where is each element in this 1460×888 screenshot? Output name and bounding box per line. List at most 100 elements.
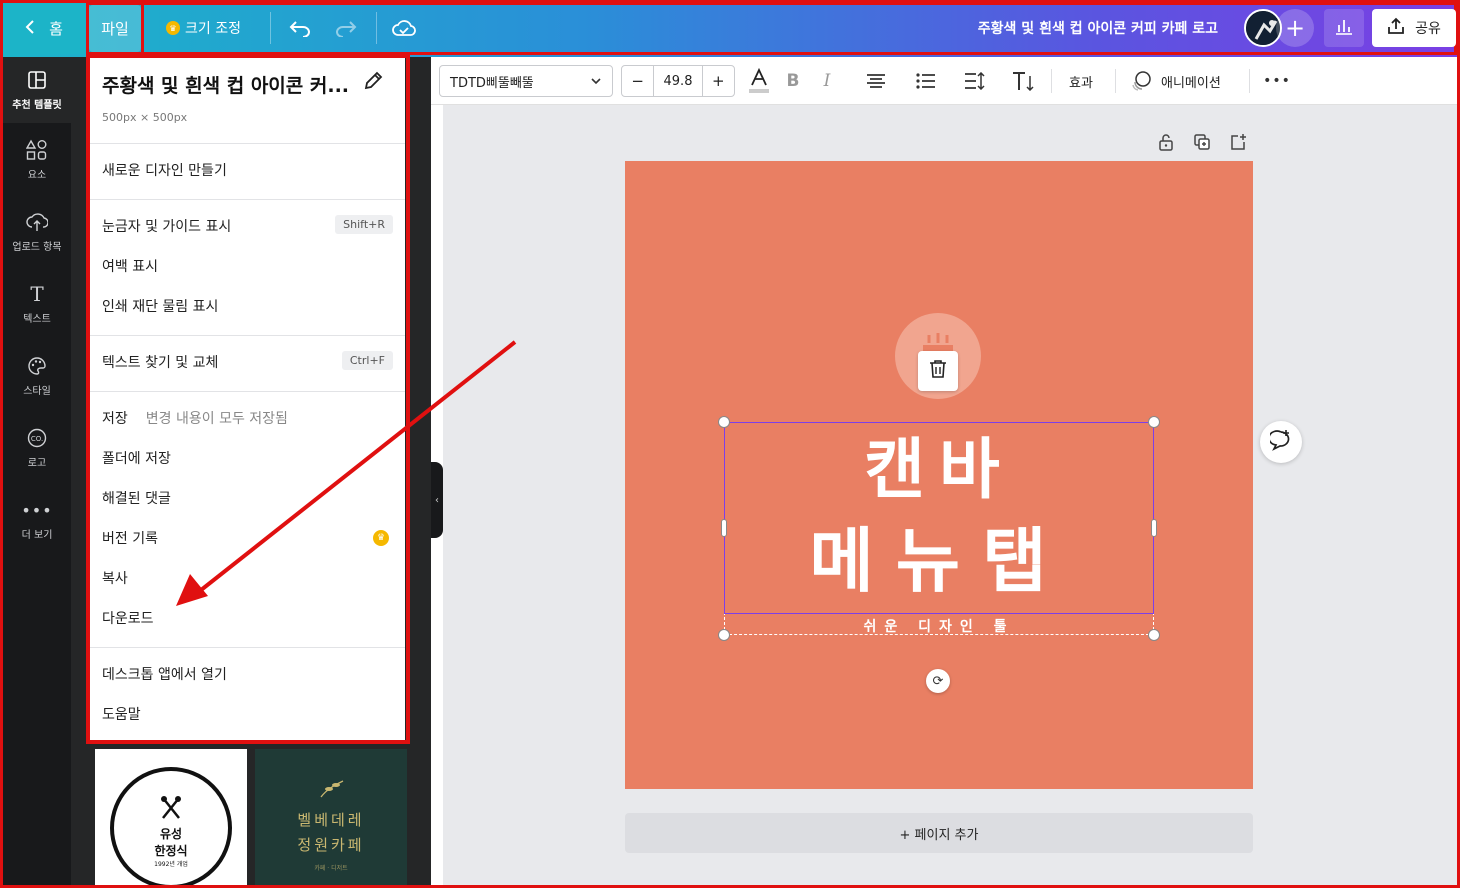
cloud-saved-icon[interactable]	[390, 14, 418, 42]
menu-item-label: 폴더에 저장	[102, 451, 171, 467]
rotate-icon: ⟳	[932, 673, 944, 689]
bold-icon[interactable]: B	[783, 67, 803, 95]
menu-item-open-desktop[interactable]: 데스크톱 앱에서 열기	[89, 656, 405, 692]
page-actions	[1156, 132, 1248, 154]
effects-button[interactable]: 효과	[1069, 67, 1093, 95]
rotate-handle[interactable]: ⟳	[926, 669, 950, 693]
menu-dimensions: 500px × 500px	[102, 111, 188, 124]
file-highlight-box	[86, 2, 144, 55]
home-label: 홈	[49, 20, 63, 38]
rail-item-uploads[interactable]: 업로드 항목	[3, 199, 71, 265]
canvas-title-line2[interactable]: 메뉴탭	[724, 519, 1154, 603]
line-spacing-icon[interactable]	[963, 67, 987, 95]
animation-icon[interactable]	[1129, 67, 1153, 95]
shortcut-badge: Shift+R	[335, 215, 393, 234]
add-page-button[interactable]: + 페이지 추가	[625, 813, 1253, 853]
svg-text:CO.: CO.	[31, 435, 43, 443]
align-center-icon[interactable]	[865, 67, 887, 95]
text-toolbar: TDTD삐뚤빼뚤 − 49.8 + B I 효과 애니메이션 •••	[431, 57, 1457, 105]
rail-item-styles[interactable]: 스타일	[3, 343, 71, 409]
leaf-icon	[255, 779, 407, 803]
add-collaborator-button[interactable]: +	[1276, 9, 1314, 47]
canvas-subtitle[interactable]: 쉬운 디자인 툴	[724, 616, 1154, 636]
list-icon[interactable]	[915, 67, 937, 95]
save-status: 변경 내용이 모두 저장됨	[145, 411, 288, 427]
menu-item-find-replace[interactable]: 텍스트 찾기 및 교체 Ctrl+F	[89, 344, 405, 380]
more-options-icon[interactable]: •••	[1263, 67, 1290, 95]
rail-label: 요소	[27, 170, 47, 181]
rail-label: 스타일	[23, 386, 51, 397]
add-page-icon[interactable]	[1228, 132, 1248, 152]
menu-item-label: 도움말	[102, 707, 141, 723]
font-size-decrease-button[interactable]: −	[622, 66, 653, 96]
resize-handle[interactable]	[718, 416, 730, 428]
rail-label: 추천 템플릿	[12, 100, 62, 111]
document-title[interactable]: 주황색 및 흰색 컵 아이콘 커피 카페 로고	[978, 18, 1218, 38]
menu-item-bleed[interactable]: 인쇄 재단 물림 표시	[89, 288, 405, 324]
menu-item-label: 여백 표시	[102, 259, 158, 275]
menu-item-download[interactable]: 다운로드	[89, 600, 405, 636]
insights-button[interactable]	[1324, 9, 1364, 47]
elements-icon	[26, 139, 48, 161]
resize-handle[interactable]	[1148, 416, 1160, 428]
resize-handle[interactable]	[1151, 519, 1157, 537]
rail-item-elements[interactable]: 요소	[3, 127, 71, 193]
toolbar-divider	[270, 12, 271, 44]
lock-icon[interactable]	[1156, 132, 1176, 152]
share-button[interactable]: 공유	[1372, 9, 1456, 47]
italic-icon[interactable]: I	[817, 67, 837, 95]
animation-button[interactable]: 애니메이션	[1161, 67, 1221, 95]
delete-element-button[interactable]	[918, 351, 958, 391]
undo-icon[interactable]	[286, 14, 314, 42]
upload-share-icon	[1387, 17, 1405, 39]
duplicate-page-icon[interactable]	[1192, 132, 1212, 152]
font-family-select[interactable]: TDTD삐뚤빼뚤	[439, 65, 613, 97]
palette-icon	[26, 355, 48, 377]
menu-item-label: 눈금자 및 가이드 표시	[102, 219, 232, 235]
resize-handle[interactable]	[1148, 629, 1160, 641]
collapse-panel-button[interactable]: ‹	[431, 462, 443, 538]
template-thumbnail[interactable]: 벨베데레 정원카페 카페 · 디저트	[255, 749, 407, 885]
rail-item-logo[interactable]: CO. 로고	[3, 415, 71, 481]
menu-item-margins[interactable]: 여백 표시	[89, 248, 405, 284]
logo-icon: CO.	[26, 427, 48, 449]
menu-item-new-design[interactable]: 새로운 디자인 만들기	[89, 152, 405, 188]
add-comment-button[interactable]	[1260, 421, 1302, 463]
bar-chart-icon	[1334, 17, 1354, 39]
chevron-left-icon: ‹	[435, 494, 439, 506]
home-button[interactable]: 홈	[3, 3, 85, 54]
pencil-icon[interactable]	[363, 71, 383, 96]
menu-divider	[89, 143, 405, 144]
resize-button[interactable]: ♛ 크기 조정	[166, 15, 241, 41]
font-size-increase-button[interactable]: +	[703, 66, 734, 96]
rail-item-templates[interactable]: 추천 템플릿	[3, 57, 71, 123]
font-size-input[interactable]: 49.8	[653, 66, 703, 96]
design-canvas[interactable]: 캔바 메뉴탭 쉬운 디자인 툴 ⟳	[625, 161, 1253, 789]
crown-icon: ♛	[166, 21, 180, 35]
resize-handle[interactable]	[721, 519, 727, 537]
template-thumbnail[interactable]: 유성 한정식 1992년 개업	[95, 749, 247, 885]
font-family-value: TDTD삐뚤빼뚤	[450, 75, 534, 91]
resize-handle[interactable]	[718, 629, 730, 641]
menu-item-rulers[interactable]: 눈금자 및 가이드 표시 Shift+R	[89, 208, 405, 244]
text-color-icon[interactable]	[747, 67, 771, 95]
menu-item-save[interactable]: 저장 변경 내용이 모두 저장됨	[89, 400, 405, 436]
menu-divider	[89, 391, 405, 392]
scrollbar[interactable]	[1450, 105, 1457, 885]
redo-icon[interactable]	[332, 14, 360, 42]
menu-item-copy[interactable]: 복사	[89, 560, 405, 596]
menu-item-help[interactable]: 도움말	[89, 696, 405, 732]
menu-item-resolved-comments[interactable]: 해결된 댓글	[89, 480, 405, 516]
shortcut-badge: Ctrl+F	[341, 351, 393, 370]
rail-item-more[interactable]: ••• 더 보기	[3, 487, 71, 553]
comment-plus-icon	[1268, 429, 1292, 456]
trash-icon	[929, 359, 947, 383]
menu-item-version-history[interactable]: 버전 기록 ♛	[89, 520, 405, 556]
top-bar: 홈 파일 ♛ 크기 조정 주황색 및 흰색 컵 아이콘 커피 카페 로고 + 공…	[0, 0, 1460, 57]
template-icon	[26, 69, 48, 91]
text-size-icon[interactable]	[1011, 67, 1035, 95]
canvas-title-line1[interactable]: 캔바	[724, 429, 1154, 511]
rail-item-text[interactable]: T 텍스트	[3, 271, 71, 337]
menu-item-save-folder[interactable]: 폴더에 저장	[89, 440, 405, 476]
menu-design-title[interactable]: 주황색 및 흰색 컵 아이콘 커...	[102, 71, 349, 98]
